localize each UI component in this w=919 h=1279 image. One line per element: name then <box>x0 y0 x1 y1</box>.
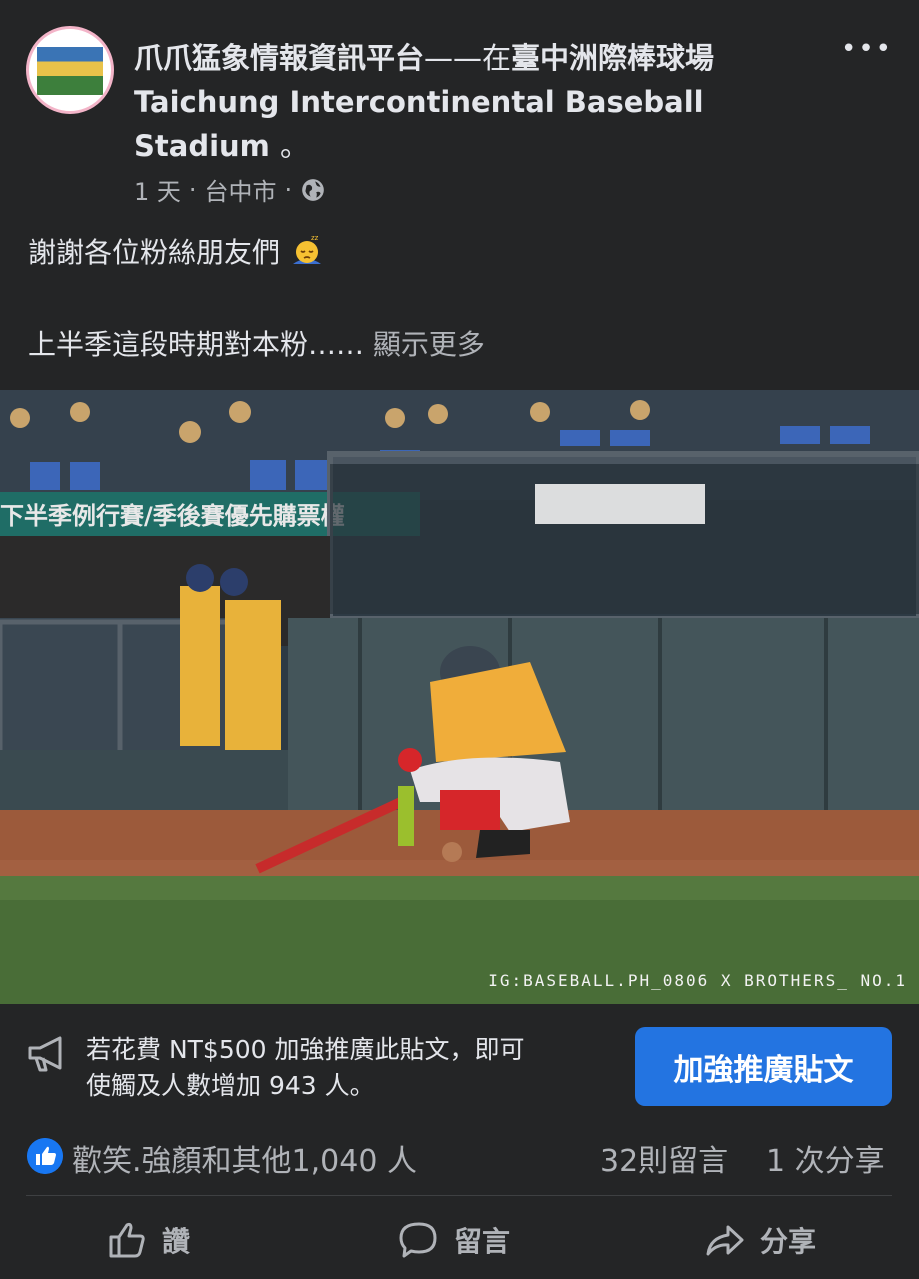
meta-separator: · <box>188 175 197 204</box>
promo-text-line1: 若花費 NT$500 加強推廣此貼文，即可 <box>86 1035 525 1064</box>
megaphone-icon <box>28 1036 62 1072</box>
meta-separator-2: · <box>284 175 293 204</box>
promo-text: 若花費 NT$500 加強推廣此貼文，即可 使觸及人數增加 943 人。 <box>86 1032 606 1104</box>
post-photo[interactable]: 下半季例行賽/季後賽優先購票權 IG:BASEBALL.PH_0806 X BR… <box>0 390 919 1004</box>
globe-icon[interactable] <box>300 177 326 203</box>
post-body: 謝謝各位粉絲朋友們 zz 上半季這段時期對本粉…… 顯示更多 <box>28 232 888 365</box>
post-place[interactable]: 台中市 <box>205 172 277 207</box>
more-options-button[interactable]: ••• <box>841 34 893 64</box>
like-reaction-icon[interactable] <box>27 1138 63 1174</box>
avatar-team-photo <box>37 47 103 95</box>
like-button[interactable]: 讚 <box>106 1214 190 1266</box>
svg-text:下半季例行賽/季後賽優先購票權: 下半季例行賽/季後賽優先購票權 <box>0 502 345 530</box>
comment-bubble-icon <box>399 1222 437 1258</box>
boost-post-button[interactable]: 加強推廣貼文 <box>635 1027 892 1106</box>
baseball-stadium-photo: 下半季例行賽/季後賽優先購票權 <box>0 390 919 1004</box>
see-more-link[interactable]: 顯示更多 <box>373 328 485 361</box>
post-text-2: 上半季這段時期對本粉…… <box>28 328 365 361</box>
post-header: 爪爪猛象情報資訊平台——在臺中洲際棒球場Taichung Intercontin… <box>0 0 919 220</box>
boost-promo: 若花費 NT$500 加強推廣此貼文，即可 使觸及人數增加 943 人。 加強推… <box>0 1004 919 1120</box>
post-stats: 歡笑.強顏和其他1,040 人 32則留言 1 次分享 <box>0 1130 919 1186</box>
title-connector: ——在 <box>424 41 512 75</box>
thumbs-up-icon <box>109 1222 145 1258</box>
comment-button[interactable]: 留言 <box>398 1214 510 1266</box>
share-label: 分享 <box>760 1225 817 1258</box>
shares-count[interactable]: 1 次分享 <box>766 1136 885 1180</box>
post-time[interactable]: 1 天 <box>134 172 181 207</box>
photo-watermark: IG:BASEBALL.PH_0806 X BROTHERS_ NO.1 <box>488 971 907 990</box>
post-text-1: 謝謝各位粉絲朋友們 <box>28 236 281 269</box>
post-title: 爪爪猛象情報資訊平台——在臺中洲際棒球場Taichung Intercontin… <box>134 36 834 168</box>
post-text-line2: 上半季這段時期對本粉…… 顯示更多 <box>28 325 888 365</box>
comment-label: 留言 <box>454 1225 511 1258</box>
svg-text:zz: zz <box>311 234 319 242</box>
post-text-line1: 謝謝各位粉絲朋友們 zz <box>28 232 888 273</box>
promo-text-line2: 使觸及人數增加 943 人。 <box>86 1071 375 1100</box>
page-avatar[interactable] <box>26 26 114 114</box>
share-arrow-icon <box>706 1225 744 1256</box>
page-name-link[interactable]: 爪爪猛象情報資訊平台 <box>134 41 424 75</box>
sleepy-face-emoji-icon: zz <box>292 234 321 264</box>
reactions-count[interactable]: 歡笑.強顏和其他1,040 人 <box>72 1136 417 1180</box>
title-suffix: 。 <box>280 129 310 163</box>
actions-divider <box>26 1195 892 1196</box>
post-actions: 讚 留言 分享 <box>0 1204 919 1279</box>
comments-count[interactable]: 32則留言 <box>600 1136 728 1180</box>
like-label: 讚 <box>162 1225 191 1258</box>
post-meta: 1 天 · 台中市 · <box>134 172 326 207</box>
share-button[interactable]: 分享 <box>704 1214 816 1266</box>
